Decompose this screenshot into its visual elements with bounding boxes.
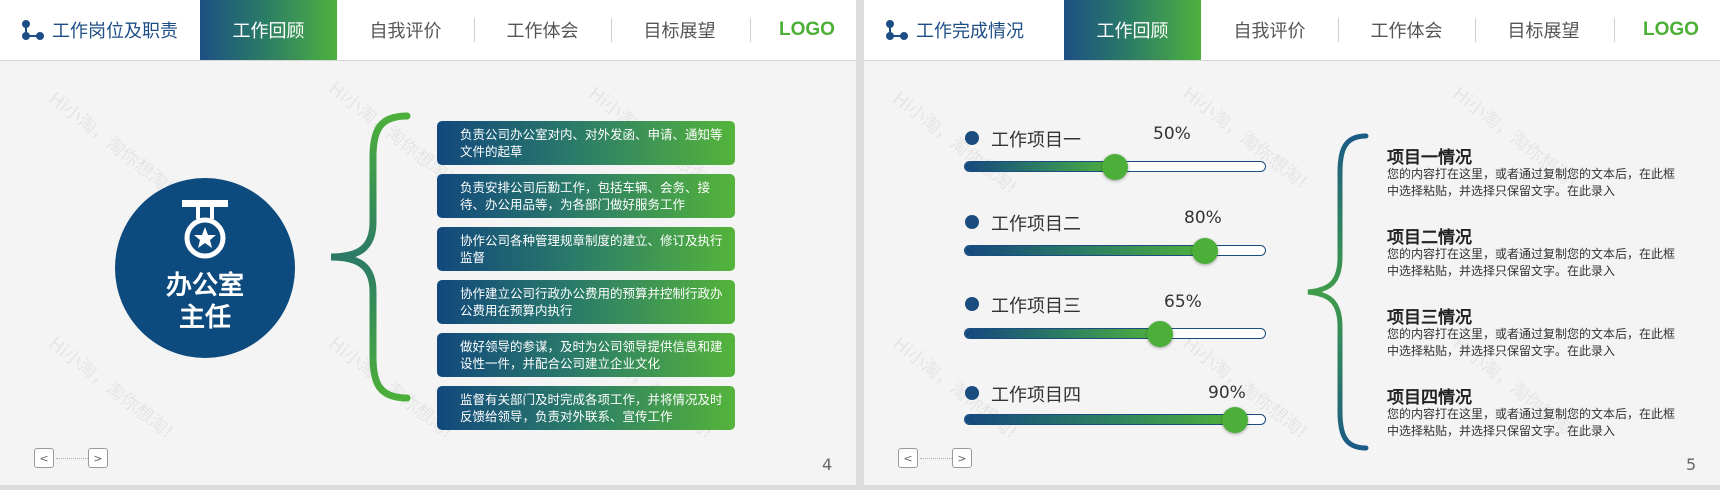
progress-fill (965, 415, 1235, 424)
progress-knob[interactable] (1222, 407, 1248, 433)
page-number: 5 (1686, 455, 1697, 474)
chevron-right-icon[interactable]: > (952, 448, 972, 468)
role-title-line1: 办公室 (165, 271, 244, 301)
detail-title: 项目二情况 (1387, 228, 1472, 248)
page-number: 4 (822, 455, 833, 474)
duty-item: 协作建立公司行政办公费用的预算并控制行政办公费用在预算内执行 (437, 280, 735, 324)
project-percent: 90% (1208, 383, 1246, 403)
header-title: 工作完成情况 (884, 0, 1024, 60)
detail-title: 项目三情况 (1387, 308, 1472, 328)
logo: LOGO (1643, 19, 1699, 40)
header-bar: 工作完成情况 工作回顾 自我评价 工作体会 目标展望 LOGO (864, 0, 1720, 61)
bullet-icon (965, 131, 979, 145)
progress-track (964, 321, 1266, 347)
watermark: Hi小淘，淘你想淘! (1178, 83, 1312, 194)
duty-item: 协作公司各种管理规章制度的建立、修订及执行监督 (437, 227, 735, 271)
progress-track (964, 238, 1266, 264)
curly-brace (330, 112, 411, 402)
watermark: Hi小淘，淘你想淘! (44, 88, 178, 199)
header-bar: 工作岗位及职责 工作回顾 自我评价 工作体会 目标展望 LOGO (0, 0, 856, 61)
progress-knob[interactable] (1147, 321, 1173, 347)
tab-work-experience[interactable]: 工作体会 (1338, 0, 1475, 60)
progress-fill (965, 162, 1115, 171)
progress-track (964, 407, 1266, 433)
role-title-line2: 主任 (178, 303, 231, 333)
duty-item: 做好领导的参谋，及时为公司领导提供信息和建设性一件，并配合公司建立企业文化 (437, 333, 735, 377)
bullet-icon (965, 215, 979, 229)
tab-work-review[interactable]: 工作回顾 (200, 0, 337, 60)
duty-item: 监督有关部门及时完成各项工作，并将情况及时反馈给领导，负责对外联系、宣传工作 (437, 386, 735, 430)
tab-work-experience[interactable]: 工作体会 (474, 0, 611, 60)
logo: LOGO (779, 19, 835, 40)
header-title: 工作岗位及职责 (20, 0, 178, 60)
progress-knob[interactable] (1102, 154, 1128, 180)
share-nodes-icon (22, 20, 44, 40)
duty-item: 负责公司办公室对内、对外发函、申请、通知等文件的起草 (437, 121, 735, 165)
duty-item: 负责安排公司后勤工作，包括车辆、会务、接待、办公用品等，为各部门做好服务工作 (437, 174, 735, 218)
tab-goals-outlook[interactable]: 目标展望 (611, 0, 748, 60)
tab-self-evaluation[interactable]: 自我评价 (337, 0, 474, 60)
project-name: 工作项目四 (991, 385, 1081, 406)
tab-work-review[interactable]: 工作回顾 (1064, 0, 1201, 60)
detail-description: 您的内容打在这里，或者通过复制您的文本后，在此框中选择粘贴，并选择只保留文字。在… (1387, 327, 1676, 358)
page-title: 工作岗位及职责 (52, 21, 178, 42)
project-percent: 80% (1184, 208, 1222, 228)
watermark: Hi小淘，淘你想淘! (44, 333, 178, 444)
project-name: 工作项目三 (991, 296, 1081, 317)
chevron-right-icon[interactable]: > (88, 448, 108, 468)
project-percent: 65% (1164, 292, 1202, 312)
role-title: 办公室 主任 (115, 270, 295, 334)
detail-description: 您的内容打在这里，或者通过复制您的文本后，在此框中选择粘贴，并选择只保留文字。在… (1387, 407, 1676, 438)
chevron-left-icon[interactable]: < (34, 448, 54, 468)
share-nodes-icon (886, 20, 908, 40)
bullet-icon (965, 297, 979, 311)
tab-goals-outlook[interactable]: 目标展望 (1475, 0, 1612, 60)
medal-icon (182, 200, 228, 259)
progress-fill (965, 329, 1160, 338)
progress-knob[interactable] (1192, 238, 1218, 264)
project-percent: 50% (1153, 124, 1191, 144)
tab-divider (750, 18, 751, 42)
curly-brace (1307, 133, 1369, 451)
detail-title: 项目一情况 (1387, 148, 1472, 168)
project-name: 工作项目二 (991, 214, 1081, 235)
role-badge: 办公室 主任 (115, 178, 295, 358)
tab-self-evaluation[interactable]: 自我评价 (1201, 0, 1338, 60)
project-name: 工作项目一 (991, 130, 1081, 151)
bullet-icon (965, 386, 979, 400)
chevron-left-icon[interactable]: < (898, 448, 918, 468)
tab-divider (1614, 18, 1615, 42)
slide-4: Hi小淘，淘你想淘! Hi小淘，淘你想淘! Hi小淘，淘你想淘! Hi小淘，淘你… (0, 0, 856, 485)
detail-title: 项目四情况 (1387, 388, 1472, 408)
progress-fill (965, 246, 1205, 255)
page-title: 工作完成情况 (916, 21, 1024, 42)
detail-description: 您的内容打在这里，或者通过复制您的文本后，在此框中选择粘贴，并选择只保留文字。在… (1387, 167, 1676, 198)
detail-description: 您的内容打在这里，或者通过复制您的文本后，在此框中选择粘贴，并选择只保留文字。在… (1387, 247, 1676, 278)
progress-track (964, 154, 1266, 180)
